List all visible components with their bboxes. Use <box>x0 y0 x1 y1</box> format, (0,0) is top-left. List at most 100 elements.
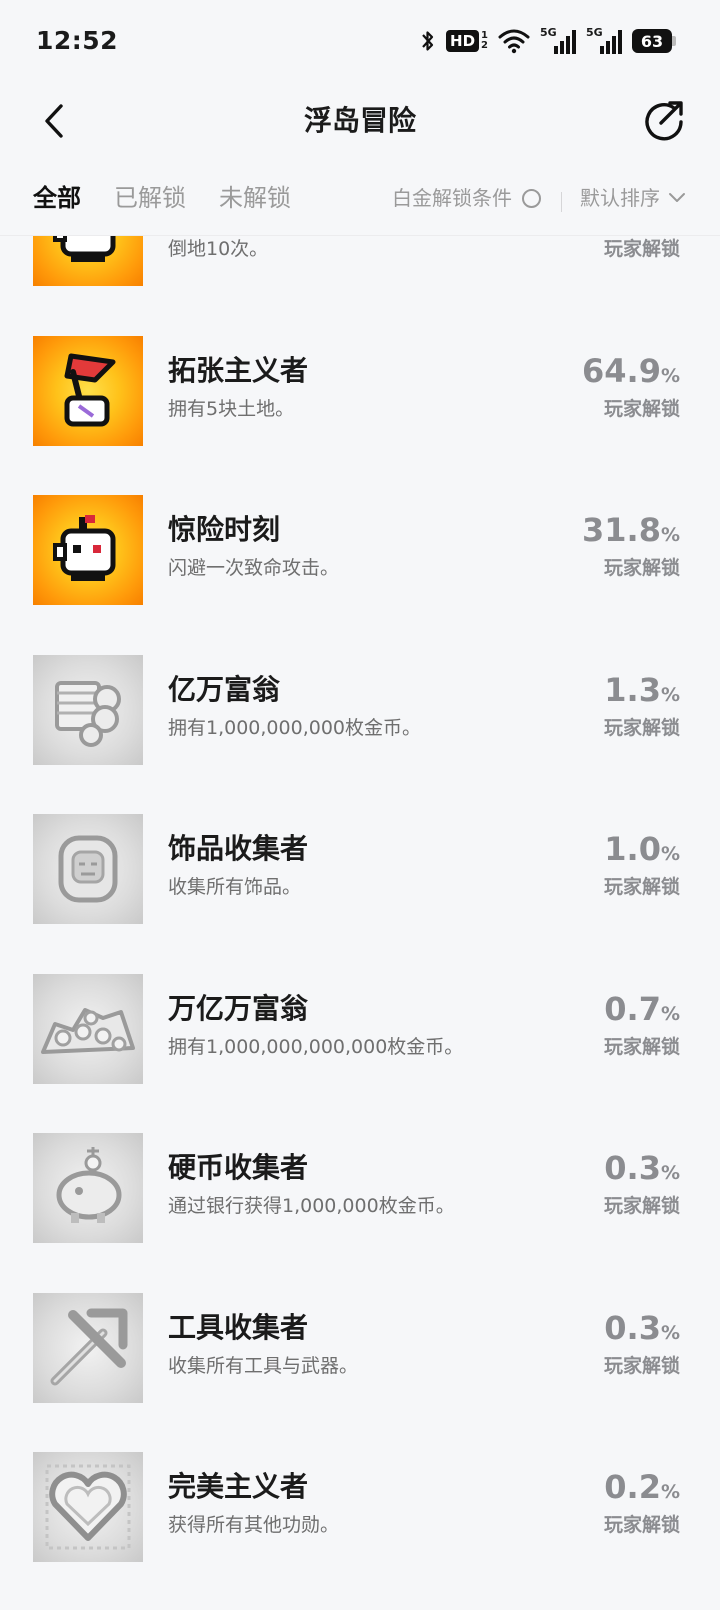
unlock-percentage: 0.7% <box>604 989 680 1029</box>
achievement-name: 万亿万富翁 <box>168 991 309 1025</box>
achievement-badge <box>33 335 143 446</box>
percent-unit: % <box>660 1321 680 1344</box>
unlock-percentage: 64.9% <box>582 351 680 391</box>
unlock-label: 玩家解锁 <box>603 1354 680 1377</box>
percent-unit: % <box>660 1481 680 1503</box>
share-icon <box>645 101 683 141</box>
heart-icon <box>45 1464 131 1550</box>
achievement-row[interactable]: 倒地10次。 玩家解锁 <box>0 236 720 311</box>
achievement-description: 通过银行获得1,000,000枚金币。 <box>168 1195 455 1217</box>
status-bar: 12:52 HD 12 5G 5G 63 <box>0 0 720 88</box>
achievement-name: 拓张主义者 <box>168 353 309 387</box>
piggy-bank-icon <box>56 1147 122 1223</box>
tab-all[interactable]: 全部 <box>33 178 81 218</box>
trinket-icon <box>58 835 118 903</box>
achievement-description: 倒地10次。 <box>168 238 269 260</box>
wifi-icon <box>498 28 530 54</box>
achievement-badge <box>33 1133 143 1243</box>
achievement-name: 惊险时刻 <box>168 513 281 546</box>
platinum-condition-label: 白金解锁条件 <box>392 186 512 210</box>
achievement-description: 收集所有饰品。 <box>168 876 302 898</box>
achievement-description: 拥有5块土地。 <box>168 397 295 420</box>
achievement-row[interactable]: 惊险时刻闪避一次致命攻击。 31.8% 玩家解锁 <box>0 470 720 630</box>
unlock-label: 玩家解锁 <box>603 1514 680 1536</box>
robot-icon <box>53 236 116 262</box>
achievement-badge <box>33 973 143 1084</box>
percent-value: 1.0 <box>604 830 661 868</box>
unlock-percentage: 31.8% <box>582 510 680 550</box>
chevron-down-icon <box>669 193 685 202</box>
platinum-radio[interactable] <box>522 188 541 208</box>
achievement-list[interactable]: 倒地10次。 玩家解锁 拓张主义者 拥有5块土地。 64.9% 玩家解锁 惊险时刻 闪避一次致… <box>0 236 720 1610</box>
achievement-badge <box>33 1292 143 1403</box>
percent-value: 0.3 <box>604 1149 661 1187</box>
platinum-condition-toggle[interactable]: 白金解锁条件 <box>392 180 541 216</box>
signal-icon-sim2: 5G <box>586 27 622 55</box>
achievement-badge <box>33 495 143 605</box>
percent-value: 64.9 <box>582 351 661 390</box>
percent-unit: % <box>660 683 680 706</box>
achievement-row[interactable]: 饰品收集者收集所有饰品。 1.0% 玩家解锁 <box>0 789 720 949</box>
unlock-label: 玩家解锁 <box>603 1195 680 1217</box>
achievement-badge <box>33 236 143 286</box>
achievement-description: 获得所有其他功勋。 <box>168 1514 340 1536</box>
achievement-row[interactable]: 万亿万富翁拥有1,000,000,000,000枚金币。 0.7% 玩家解锁 <box>0 949 720 1109</box>
unlock-label: 玩家解锁 <box>603 397 680 420</box>
percent-value: 0.7 <box>604 989 661 1028</box>
achievement-badge <box>33 814 143 924</box>
percent-unit: % <box>660 364 680 387</box>
unlock-percentage: 1.3% <box>604 670 680 710</box>
achievement-description: 闪避一次致命攻击。 <box>168 557 340 579</box>
percent-unit: % <box>660 1162 680 1184</box>
unlock-percentage: 0.2% <box>604 1467 680 1507</box>
achievement-badge <box>33 654 143 765</box>
achievement-name: 工具收集者 <box>168 1310 309 1344</box>
percent-value: 0.2 <box>604 1468 661 1506</box>
status-icons: HD 12 5G 5G 63 <box>420 26 676 56</box>
header: 浮岛冒险 <box>0 88 720 166</box>
achievement-name: 饰品收集者 <box>168 832 309 865</box>
share-button[interactable] <box>638 94 690 146</box>
achievement-row[interactable]: 完美主义者获得所有其他功勋。 0.2% 玩家解锁 <box>0 1427 720 1587</box>
achievement-row[interactable]: 亿万富翁拥有1,000,000,000枚金币。 1.3% 玩家解锁 <box>0 630 720 790</box>
battery-icon: 63 <box>632 29 676 53</box>
tab-unlocked[interactable]: 已解锁 <box>114 178 186 218</box>
percent-unit: % <box>660 1002 680 1025</box>
achievement-row[interactable]: 拓张主义者拥有5块土地。 64.9% 玩家解锁 <box>0 311 720 471</box>
signal-icon-sim1: 5G <box>540 27 576 55</box>
bluetooth-icon <box>420 28 436 54</box>
achievement-description: 拥有1,000,000,000,000枚金币。 <box>168 1035 464 1058</box>
unlock-label: 玩家解锁 <box>603 716 680 739</box>
flag-icon <box>64 353 116 426</box>
coin-pile-icon <box>41 1007 135 1054</box>
achievements-page: 12:52 HD 12 5G 5G 63 浮岛冒险 全部 已解锁 未解锁 白金解… <box>0 0 720 1610</box>
coin-stack-icon <box>55 680 121 747</box>
unlock-percentage: 0.3% <box>604 1308 680 1348</box>
unlock-percentage: 1.0% <box>604 829 680 869</box>
achievement-row[interactable]: 硬币收集者通过银行获得1,000,000枚金币。 0.3% 玩家解锁 <box>0 1108 720 1268</box>
achievement-description: 拥有1,000,000,000枚金币。 <box>168 716 422 739</box>
achievement-name: 硬币收集者 <box>168 1151 309 1184</box>
filter-divider <box>561 192 562 212</box>
unlock-percentage: 0.3% <box>604 1148 680 1188</box>
status-time: 12:52 <box>36 26 119 55</box>
unlock-label: 玩家解锁 <box>603 1035 680 1058</box>
percent-value: 1.3 <box>604 670 661 709</box>
achievement-description: 收集所有工具与武器。 <box>168 1354 359 1377</box>
robot-icon <box>53 515 116 581</box>
filter-tabbar: 全部 已解锁 未解锁 白金解锁条件 默认排序 <box>0 166 720 236</box>
unlock-label: 玩家解锁 <box>603 557 680 579</box>
achievement-row[interactable]: 工具收集者收集所有工具与武器。 0.3% 玩家解锁 <box>0 1268 720 1428</box>
percent-value: 31.8 <box>582 511 661 549</box>
unlock-label: 玩家解锁 <box>603 876 680 898</box>
page-title: 浮岛冒险 <box>303 104 416 137</box>
achievement-name: 亿万富翁 <box>168 672 281 706</box>
percent-unit: % <box>660 524 680 546</box>
sort-dropdown[interactable]: 默认排序 <box>580 180 686 216</box>
achievement-name: 完美主义者 <box>168 1470 309 1503</box>
achievement-badge <box>33 1452 143 1562</box>
tab-locked[interactable]: 未解锁 <box>219 178 291 218</box>
unlock-label: 玩家解锁 <box>603 238 680 260</box>
percent-value: 0.3 <box>604 1308 661 1347</box>
pickaxe-icon <box>50 1308 128 1385</box>
